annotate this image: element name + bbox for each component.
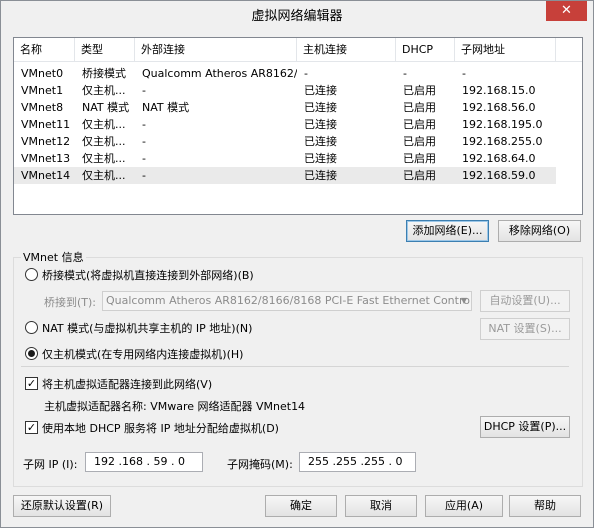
table-row[interactable]: VMnet1 仅主机... - 已连接 已启用 192.168.15.0 — [14, 82, 556, 99]
cell-name: VMnet0 — [21, 67, 64, 80]
column-header-external[interactable]: 外部连接 — [135, 38, 297, 62]
cell-host: - — [304, 67, 308, 80]
bridged-to-value: Qualcomm Atheros AR8162/8166/8168 PCI-E … — [106, 294, 472, 307]
bridged-to-label: 桥接到(T): — [44, 296, 97, 309]
chevron-down-icon: ▼ — [460, 296, 468, 305]
host-only-mode-label[interactable]: 仅主机模式(在专用网络内连接虚拟机)(H) — [42, 346, 243, 362]
cell-host: 已连接 — [304, 152, 337, 165]
restore-defaults-button[interactable]: 还原默认设置(R) — [13, 495, 111, 517]
vmnet-info-title: VMnet 信息 — [21, 249, 86, 265]
cell-dhcp: 已启用 — [403, 152, 436, 165]
column-header-host[interactable]: 主机连接 — [297, 38, 396, 62]
column-header-type[interactable]: 类型 — [75, 38, 135, 62]
use-dhcp-label[interactable]: 使用本地 DHCP 服务将 IP 地址分配给虚拟机(D) — [42, 420, 279, 436]
table-row[interactable]: VMnet8 NAT 模式 NAT 模式 已连接 已启用 192.168.56.0 — [14, 99, 556, 116]
cell-host: 已连接 — [304, 135, 337, 148]
ok-button[interactable]: 确定 — [265, 495, 337, 517]
column-header-dhcp[interactable]: DHCP — [396, 38, 455, 62]
cell-dhcp: 已启用 — [403, 169, 436, 182]
cell-subnet: 192.168.255.0 — [462, 135, 543, 148]
cell-type: NAT 模式 — [82, 101, 130, 114]
table-header: 名称 类型 外部连接 主机连接 DHCP 子网地址 — [14, 38, 582, 62]
cell-type: 仅主机... — [82, 152, 126, 165]
cell-name: VMnet1 — [21, 84, 64, 97]
bridged-mode-radio[interactable] — [25, 268, 38, 281]
cell-external: - — [142, 135, 146, 148]
check-icon: ✓ — [26, 377, 37, 390]
table-row[interactable]: VMnet14 仅主机... - 已连接 已启用 192.168.59.0 — [14, 167, 556, 184]
auto-settings-button[interactable]: 自动设置(U)... — [480, 290, 570, 312]
cell-external: NAT 模式 — [142, 101, 190, 114]
virtual-network-editor-window: 虚拟网络编辑器 ✕ 名称 类型 外部连接 主机连接 DHCP 子网地址 VMne… — [0, 0, 594, 528]
cell-external: - — [142, 152, 146, 165]
cell-subnet: 192.168.56.0 — [462, 101, 536, 114]
bridged-to-select[interactable]: Qualcomm Atheros AR8162/8166/8168 PCI-E … — [102, 291, 472, 311]
window-title: 虚拟网络编辑器 — [251, 9, 343, 24]
cell-type: 仅主机... — [82, 118, 126, 131]
column-header-subnet[interactable]: 子网地址 — [455, 38, 556, 62]
remove-network-button[interactable]: 移除网络(O) — [498, 220, 581, 242]
cell-host: 已连接 — [304, 169, 337, 182]
close-button[interactable]: ✕ — [546, 1, 587, 21]
table-row[interactable]: VMnet13 仅主机... - 已连接 已启用 192.168.64.0 — [14, 150, 556, 167]
column-header-name[interactable]: 名称 — [14, 38, 75, 62]
cell-dhcp: - — [403, 67, 407, 80]
add-network-button[interactable]: 添加网络(E)... — [406, 220, 489, 242]
subnet-mask-input[interactable]: 255 .255 .255 . 0 — [299, 452, 416, 472]
cell-name: VMnet12 — [21, 135, 71, 148]
help-button[interactable]: 帮助 — [509, 495, 581, 517]
cell-host: 已连接 — [304, 118, 337, 131]
cell-subnet: - — [462, 67, 466, 80]
nat-mode-label[interactable]: NAT 模式(与虚拟机共享主机的 IP 地址)(N) — [42, 320, 252, 336]
table-row[interactable]: VMnet11 仅主机... - 已连接 已启用 192.168.195.0 — [14, 116, 556, 133]
cell-dhcp: 已启用 — [403, 118, 436, 131]
title-bar: 虚拟网络编辑器 ✕ — [1, 1, 593, 25]
cell-type: 仅主机... — [82, 135, 126, 148]
dhcp-settings-button[interactable]: DHCP 设置(P)... — [480, 416, 570, 438]
subnet-ip-label: 子网 IP (I): — [23, 458, 78, 471]
host-only-mode-radio[interactable] — [25, 347, 38, 360]
cell-dhcp: 已启用 — [403, 101, 436, 114]
cell-external: - — [142, 118, 146, 131]
connect-adapter-label[interactable]: 将主机虚拟适配器连接到此网络(V) — [42, 376, 212, 392]
cell-subnet: 192.168.64.0 — [462, 152, 536, 165]
cell-name: VMnet11 — [21, 118, 71, 131]
cell-dhcp: 已启用 — [403, 135, 436, 148]
cell-subnet: 192.168.15.0 — [462, 84, 536, 97]
subnet-ip-input[interactable]: 192 .168 . 59 . 0 — [85, 452, 203, 472]
cell-host: 已连接 — [304, 84, 337, 97]
cancel-button[interactable]: 取消 — [345, 495, 417, 517]
table-row[interactable]: VMnet12 仅主机... - 已连接 已启用 192.168.255.0 — [14, 133, 556, 150]
nat-settings-button[interactable]: NAT 设置(S)... — [480, 318, 570, 340]
cell-host: 已连接 — [304, 101, 337, 114]
divider — [21, 366, 569, 367]
network-table: 名称 类型 外部连接 主机连接 DHCP 子网地址 VMnet0 桥接模式 Qual… — [13, 37, 583, 215]
cell-external: - — [142, 84, 146, 97]
cell-dhcp: 已启用 — [403, 84, 436, 97]
use-dhcp-checkbox[interactable]: ✓ — [25, 421, 38, 434]
close-icon: ✕ — [561, 3, 572, 18]
cell-external: Qualcomm Atheros AR8162/... — [142, 67, 297, 80]
nat-mode-radio[interactable] — [25, 321, 38, 334]
subnet-mask-label: 子网掩码(M): — [227, 458, 293, 471]
cell-name: VMnet13 — [21, 152, 71, 165]
cell-external: - — [142, 169, 146, 182]
cell-name: VMnet14 — [21, 169, 71, 182]
cell-type: 桥接模式 — [82, 67, 126, 80]
adapter-name-text: 主机虚拟适配器名称: VMware 网络适配器 VMnet14 — [44, 400, 306, 413]
connect-adapter-checkbox[interactable]: ✓ — [25, 377, 38, 390]
cell-type: 仅主机... — [82, 84, 126, 97]
check-icon: ✓ — [26, 421, 37, 434]
apply-button[interactable]: 应用(A) — [425, 495, 503, 517]
cell-subnet: 192.168.59.0 — [462, 169, 536, 182]
table-row[interactable]: VMnet0 桥接模式 Qualcomm Atheros AR8162/... - - - — [14, 65, 556, 82]
cell-name: VMnet8 — [21, 101, 64, 114]
cell-subnet: 192.168.195.0 — [462, 118, 543, 131]
bridged-mode-label[interactable]: 桥接模式(将虚拟机直接连接到外部网络)(B) — [42, 267, 254, 283]
cell-type: 仅主机... — [82, 169, 126, 182]
